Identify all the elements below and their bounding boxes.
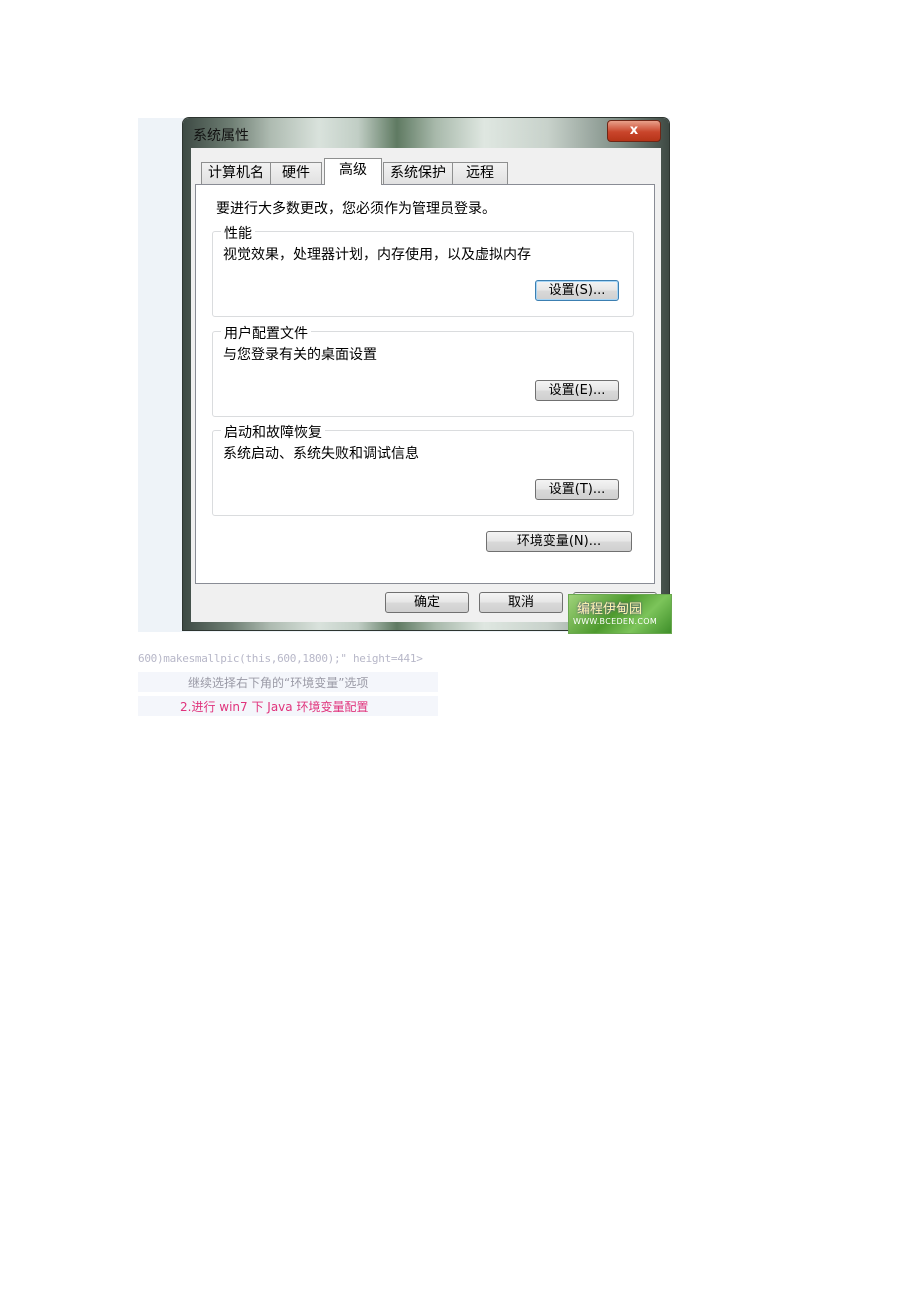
title-bar[interactable]: 系统属性 x — [183, 118, 669, 148]
caption-text: 继续选择右下角的“环境变量”选项 — [188, 676, 369, 690]
watermark-text: 编程伊甸园 — [577, 602, 643, 617]
cancel-button[interactable]: 取消 — [479, 592, 563, 613]
performance-settings-button[interactable]: 设置(S)... — [535, 280, 619, 301]
tab-remote[interactable]: 远程 — [452, 162, 508, 184]
site-watermark: 编程伊甸园 WWW.BCEDEN.COM — [568, 594, 672, 634]
startup-recovery-group: 启动和故障恢复 系统启动、系统失败和调试信息 设置(T)... — [212, 422, 634, 516]
close-button[interactable]: x — [607, 120, 661, 142]
environment-variables-button[interactable]: 环境变量(N)... — [486, 531, 632, 552]
watermark-url: WWW.BCEDEN.COM — [573, 617, 658, 626]
tab-computer-name[interactable]: 计算机名 — [201, 162, 271, 184]
close-icon: x — [629, 123, 639, 138]
performance-description: 视觉效果，处理器计划，内存使用，以及虚拟内存 — [223, 247, 531, 263]
user-profiles-group: 用户配置文件 与您登录有关的桌面设置 设置(E)... — [212, 323, 634, 417]
section-heading-row: 2.进行 win7 下 Java 环境变量配置 — [138, 696, 438, 716]
startup-recovery-legend: 启动和故障恢复 — [221, 422, 325, 442]
caption-row: 继续选择右下角的“环境变量”选项 — [138, 672, 438, 692]
tab-system-protection[interactable]: 系统保护 — [383, 162, 453, 184]
advanced-panel: 要进行大多数更改，您必须作为管理员登录。 性能 视觉效果，处理器计划，内存使用，… — [195, 184, 655, 584]
user-profiles-settings-button[interactable]: 设置(E)... — [535, 380, 619, 401]
system-properties-window: 系统属性 x 计算机名 硬件 高级 系统保护 远程 要进行大多数更改，您必须作为… — [183, 118, 669, 630]
tab-hardware[interactable]: 硬件 — [270, 162, 322, 184]
user-profiles-legend: 用户配置文件 — [221, 323, 311, 343]
startup-recovery-description: 系统启动、系统失败和调试信息 — [223, 446, 419, 462]
performance-group: 性能 视觉效果，处理器计划，内存使用，以及虚拟内存 设置(S)... — [212, 223, 634, 317]
user-profiles-description: 与您登录有关的桌面设置 — [223, 347, 377, 363]
ok-button[interactable]: 确定 — [385, 592, 469, 613]
admin-note: 要进行大多数更改，您必须作为管理员登录。 — [216, 201, 496, 217]
section-heading: 2.进行 win7 下 Java 环境变量配置 — [180, 700, 369, 714]
startup-recovery-settings-button[interactable]: 设置(T)... — [535, 479, 619, 500]
dialog-client: 计算机名 硬件 高级 系统保护 远程 要进行大多数更改，您必须作为管理员登录。 … — [191, 148, 661, 622]
performance-legend: 性能 — [221, 223, 255, 243]
screenshot-image: 系统属性 x 计算机名 硬件 高级 系统保护 远程 要进行大多数更改，您必须作为… — [138, 118, 672, 634]
leftover-code-text: 600)makesmallpic(this,600,1800);" height… — [138, 652, 423, 665]
window-title: 系统属性 — [193, 128, 249, 144]
tab-advanced[interactable]: 高级 — [324, 158, 382, 185]
